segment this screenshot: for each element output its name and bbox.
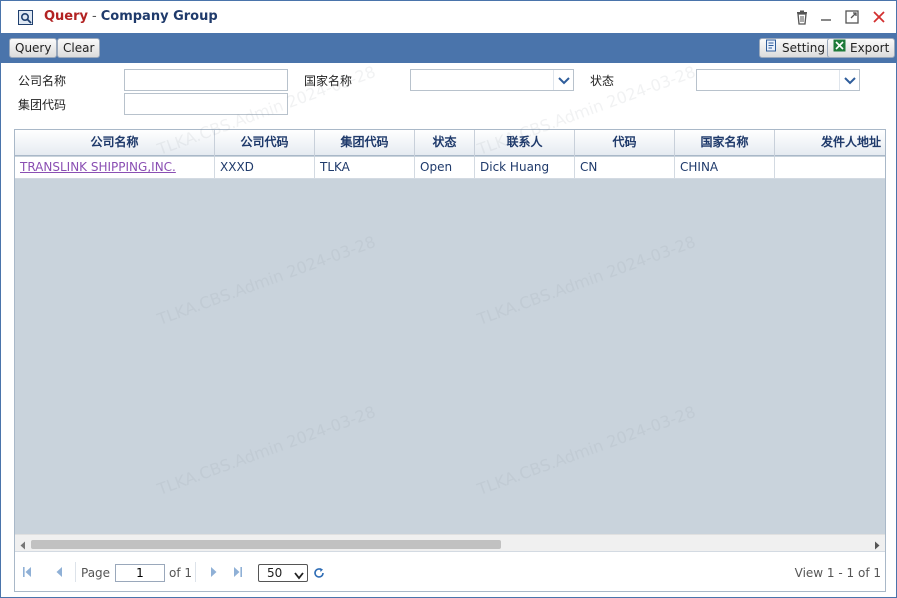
company-name-link[interactable]: TRANSLINK SHIPPING,INC.: [15, 157, 215, 179]
table-cell: TLKA: [315, 157, 415, 179]
country-name-select[interactable]: [410, 69, 574, 91]
column-header[interactable]: 联系人: [475, 130, 575, 156]
toolbar: Query Clear Setting Export: [1, 33, 896, 63]
export-button-label: Export: [850, 41, 890, 55]
table-row[interactable]: TRANSLINK SHIPPING,INC. XXXD TLKA Open D…: [15, 157, 885, 179]
column-header[interactable]: 国家名称: [675, 130, 775, 156]
window-title-main: Query: [44, 9, 89, 24]
table-cell: Open: [415, 157, 475, 179]
query-window: Query - Company Group Query Clear Setting: [0, 0, 897, 598]
page-number-input[interactable]: [115, 564, 165, 582]
excel-icon: [833, 39, 846, 57]
minimize-icon[interactable]: [818, 9, 834, 25]
page-label: Page: [81, 566, 111, 580]
trash-icon[interactable]: [794, 9, 810, 25]
window-title-sub: Company Group: [100, 9, 218, 24]
country-name-label: 国家名称: [304, 74, 353, 88]
view-record-range: View 1 - 1 of 1: [794, 566, 881, 580]
status-select[interactable]: [696, 69, 860, 91]
column-header[interactable]: 状态: [415, 130, 475, 156]
column-header[interactable]: 代码: [575, 130, 675, 156]
maximize-icon[interactable]: [844, 9, 860, 25]
close-icon[interactable]: [871, 9, 887, 25]
table-cell: CHINA: [675, 157, 775, 179]
export-button[interactable]: Export: [827, 38, 896, 58]
next-page-icon[interactable]: [208, 566, 220, 581]
search-form: 公司名称 国家名称 状态 集团代码: [1, 63, 896, 121]
scrollbar-thumb[interactable]: [31, 540, 501, 549]
setting-button[interactable]: Setting: [759, 38, 831, 58]
page-size-select[interactable]: 50: [258, 564, 308, 582]
setting-button-label: Setting: [782, 41, 825, 55]
horizontal-scrollbar[interactable]: [15, 534, 885, 551]
last-page-icon[interactable]: [232, 566, 244, 581]
previous-page-icon[interactable]: [53, 566, 65, 581]
window-title-separator: -: [92, 9, 97, 24]
clear-button[interactable]: Clear: [57, 38, 101, 58]
status-label: 状态: [590, 74, 615, 88]
company-name-input[interactable]: [124, 69, 288, 91]
pager-divider: [195, 562, 196, 582]
company-name-label: 公司名称: [18, 74, 67, 88]
group-code-input[interactable]: [124, 93, 288, 115]
column-header[interactable]: 公司代码: [215, 130, 315, 156]
first-page-icon[interactable]: [21, 566, 33, 581]
title-bar: Query - Company Group: [1, 1, 896, 33]
column-header[interactable]: 发件人地址: [775, 130, 885, 156]
search-window-icon: [18, 10, 33, 25]
query-button[interactable]: Query: [9, 38, 58, 58]
window-title: Query - Company Group: [44, 9, 218, 24]
chevron-down-icon: [553, 70, 573, 90]
column-header[interactable]: 集团代码: [315, 130, 415, 156]
pager-divider: [75, 562, 76, 582]
table-cell: [775, 157, 885, 179]
refresh-icon[interactable]: [313, 567, 325, 582]
page-count-label: of 1: [169, 566, 193, 580]
results-grid: 公司名称 公司代码 集团代码 状态 联系人 代码 国家名称 发件人地址 TRAN…: [14, 129, 886, 592]
table-cell: CN: [575, 157, 675, 179]
chevron-down-icon: [294, 569, 304, 583]
pager: Page of 1 50 View 1 - 1 of 1: [15, 551, 885, 591]
group-code-label: 集团代码: [18, 98, 67, 112]
grid-header: 公司名称 公司代码 集团代码 状态 联系人 代码 国家名称 发件人地址: [15, 130, 885, 156]
chevron-down-icon: [839, 70, 859, 90]
settings-document-icon: [765, 39, 778, 57]
table-cell: Dick Huang: [475, 157, 575, 179]
table-cell: XXXD: [215, 157, 315, 179]
page-size-value: 50: [267, 566, 283, 580]
column-header[interactable]: 公司名称: [15, 130, 215, 156]
